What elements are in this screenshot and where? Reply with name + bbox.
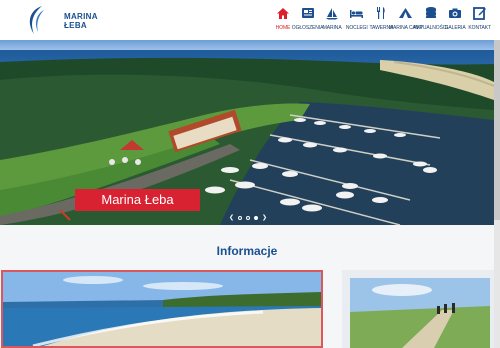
nav-item-aktualnosci[interactable]: AKTUALNOŚCI <box>413 6 448 31</box>
edit-icon <box>472 6 488 20</box>
nav-label-ogloszenia: OGŁOSZENIA <box>291 25 324 31</box>
info-card-walk[interactable] <box>342 270 494 348</box>
news-icon <box>300 6 316 20</box>
nav-label-galeria: GALERIA <box>444 25 466 31</box>
marina-icon <box>324 6 340 20</box>
slider-dot-3[interactable] <box>254 215 259 220</box>
logo-text: MARINA ŁEBA <box>64 12 98 30</box>
main-nav: HOME OGŁOSZENIA MARINA NOCLEGI TAWERNA M… <box>271 6 492 31</box>
cutlery-icon <box>373 6 389 20</box>
slider-prev-icon[interactable]: ❮ <box>229 214 234 221</box>
logo-line-2: ŁEBA <box>64 21 87 30</box>
slider-dot-1[interactable] <box>238 215 243 220</box>
nav-item-noclegi[interactable]: NOCLEGI <box>344 6 369 31</box>
page-scrollbar-thumb[interactable] <box>494 40 500 220</box>
nav-label-noclegi: NOCLEGI <box>345 25 368 31</box>
nav-item-kontakt[interactable]: KONTAKT <box>467 6 492 31</box>
coins-icon <box>423 6 439 20</box>
nav-label-kontakt: KONTAKT <box>468 25 491 31</box>
beach-image <box>3 272 321 346</box>
nav-label-marina: MARINA <box>322 25 342 31</box>
camera-icon <box>447 6 463 20</box>
sail-logo-icon <box>29 6 44 34</box>
home-icon <box>275 6 291 20</box>
section-title: Informacje <box>216 244 278 258</box>
nav-item-galeria[interactable]: GALERIA <box>443 6 468 31</box>
marina-leba-logo[interactable]: MARINA ŁEBA <box>24 4 97 36</box>
hero-caption: Marina Łeba <box>75 189 200 211</box>
nav-item-ogloszenia[interactable]: OGŁOSZENIA <box>292 6 323 31</box>
site-header: MARINA ŁEBA HOME OGŁOSZENIA MARINA NOCLE… <box>0 0 500 40</box>
slider-pagination: ❮ ❯ <box>229 214 267 221</box>
nav-label-home: HOME <box>275 25 291 31</box>
tent-icon <box>398 6 414 20</box>
walk-image <box>350 278 490 348</box>
slider-next-icon[interactable]: ❯ <box>262 214 267 221</box>
nav-item-marina[interactable]: MARINA <box>320 6 345 31</box>
slider-dot-2[interactable] <box>246 215 251 220</box>
info-card-beach[interactable] <box>1 270 323 348</box>
logo-line-1: MARINA <box>64 12 98 21</box>
bed-icon <box>349 6 365 20</box>
